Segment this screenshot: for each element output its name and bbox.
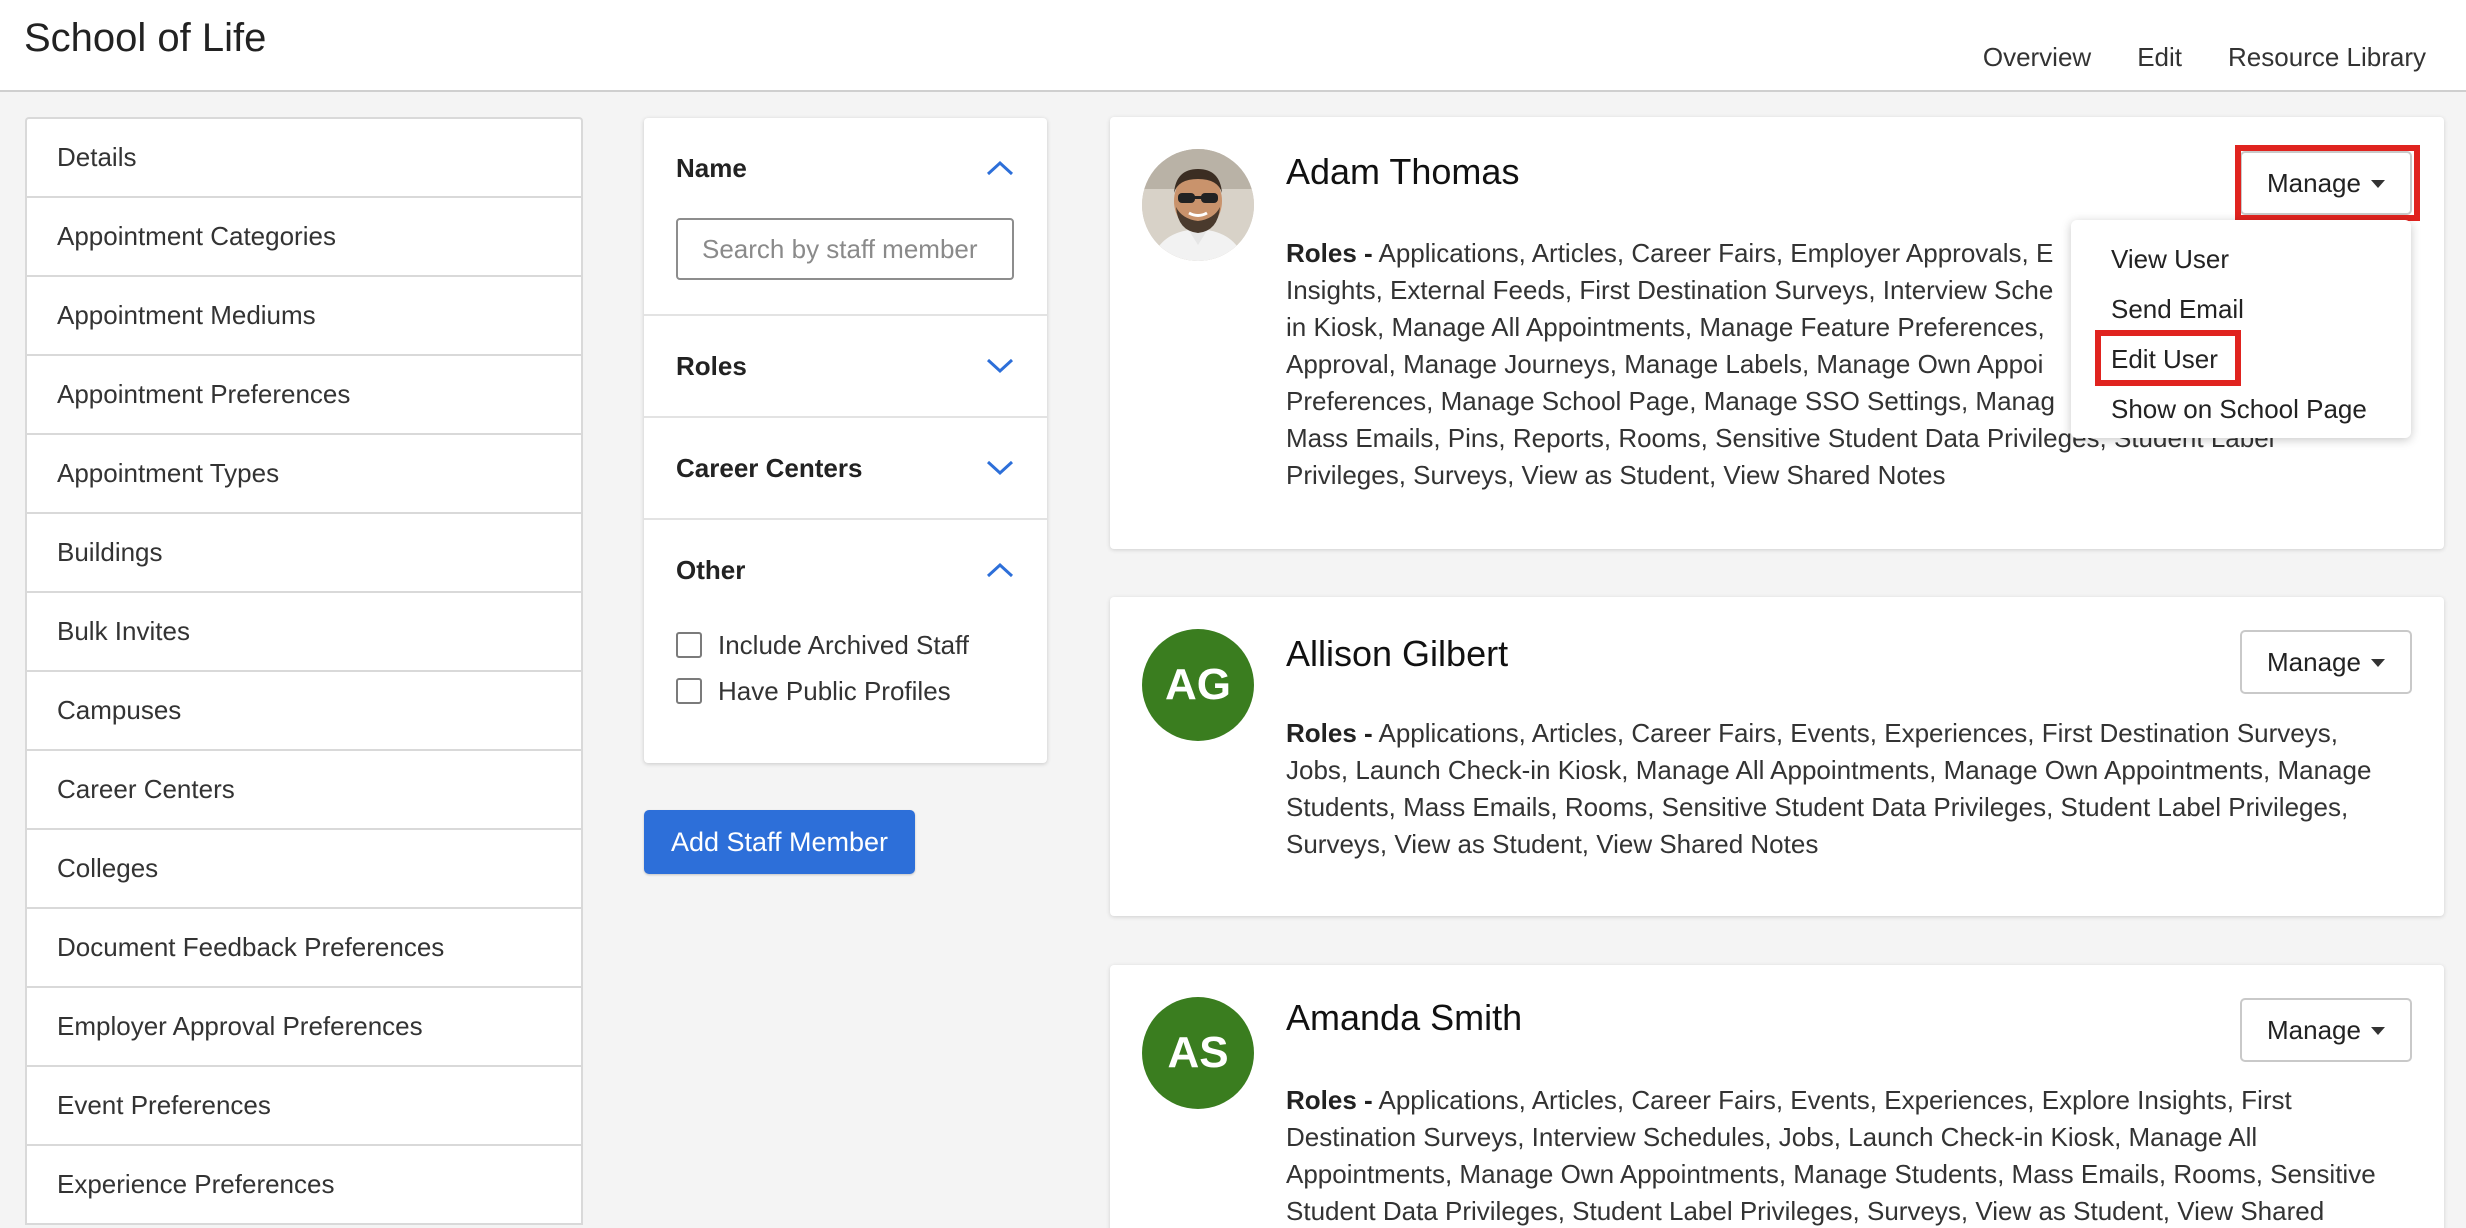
have-public-profiles-label: Have Public Profiles <box>718 675 951 706</box>
manage-button-label: Manage <box>2267 1014 2361 1045</box>
roles-line: Privileges, Surveys, View as Student, Vi… <box>1286 460 1946 490</box>
menu-item-view-user[interactable]: View User <box>2071 234 2411 284</box>
settings-item-experience-preferences[interactable]: Experience Preferences <box>27 1146 581 1225</box>
caret-down-icon <box>2370 1027 2385 1035</box>
roles-line: Appointments, Manage Own Appointments, M… <box>1286 1159 2376 1189</box>
chevron-down-icon <box>985 351 1015 381</box>
filter-name-toggle[interactable]: Name <box>644 118 1047 218</box>
roles-line: in Kiosk, Manage All Appointments, Manag… <box>1286 312 2045 342</box>
manage-button[interactable]: Manage <box>2240 151 2412 215</box>
staff-search-input[interactable] <box>676 218 1014 280</box>
roles-line: Student Data Privileges, Student Label P… <box>1286 1196 2325 1226</box>
roles-line: Preferences, Manage School Page, Manage … <box>1286 386 2055 416</box>
nav-overview[interactable]: Overview <box>1983 42 2091 73</box>
roles-line: Applications, Articles, Career Fairs, Ev… <box>1378 1085 2292 1115</box>
manage-button[interactable]: Manage <box>2240 630 2412 694</box>
have-public-profiles-option[interactable]: Have Public Profiles <box>644 668 1047 714</box>
app-title: School of Life <box>24 16 267 60</box>
menu-item-show-on-school-page[interactable]: Show on School Page <box>2071 384 2411 434</box>
filter-name-label: Name <box>676 152 747 183</box>
roles-line: Applications, Articles, Career Fairs, Em… <box>1378 238 2054 268</box>
avatar <box>1142 149 1254 261</box>
menu-item-edit-user[interactable]: Edit User <box>2071 330 2411 386</box>
settings-item-document-feedback-preferences[interactable]: Document Feedback Preferences <box>27 909 581 988</box>
filter-other-label: Other <box>676 554 746 585</box>
have-public-profiles-checkbox[interactable] <box>676 678 702 704</box>
nav-resource-library[interactable]: Resource Library <box>2228 42 2426 73</box>
settings-item-buildings[interactable]: Buildings <box>27 514 581 593</box>
settings-item-campuses[interactable]: Campuses <box>27 672 581 751</box>
chevron-up-icon <box>985 153 1015 183</box>
settings-list: Details Appointment Categories Appointme… <box>25 117 583 1225</box>
include-archived-staff-checkbox[interactable] <box>676 632 702 658</box>
settings-item-career-centers[interactable]: Career Centers <box>27 751 581 830</box>
menu-item-edit-user-label: Edit User <box>2111 343 2218 374</box>
filter-career-centers-label: Career Centers <box>676 452 863 483</box>
staff-photo-image <box>1142 149 1254 261</box>
staff-name[interactable]: Allison Gilbert <box>1286 633 1508 675</box>
nav-edit[interactable]: Edit <box>2137 42 2182 73</box>
filter-section-name: Name <box>644 118 1047 316</box>
filter-other-toggle[interactable]: Other <box>644 520 1047 620</box>
manage-button-label: Manage <box>2267 167 2361 198</box>
include-archived-staff-option[interactable]: Include Archived Staff <box>644 622 1047 668</box>
settings-item-employer-approval-preferences[interactable]: Employer Approval Preferences <box>27 988 581 1067</box>
roles-label: Roles - <box>1286 718 1373 748</box>
settings-item-appointment-mediums[interactable]: Appointment Mediums <box>27 277 581 356</box>
caret-down-icon <box>2370 180 2385 188</box>
manage-button-label: Manage <box>2267 646 2361 677</box>
roles-line: Applications, Articles, Career Fairs, Ev… <box>1378 718 2338 748</box>
staff-roles: Roles - Applications, Articles, Career F… <box>1286 1082 2412 1228</box>
staff-card: AG Allison Gilbert Roles - Applications,… <box>1110 597 2444 916</box>
roles-label: Roles - <box>1286 238 1373 268</box>
roles-line: Surveys, View as Student, View Shared No… <box>1286 829 1819 859</box>
top-bar: School of Life Overview Edit Resource Li… <box>0 0 2466 92</box>
filter-section-other: Other Include Archived Staff Have Public… <box>644 520 1047 736</box>
settings-item-appointment-categories[interactable]: Appointment Categories <box>27 198 581 277</box>
filter-roles-label: Roles <box>676 350 747 381</box>
settings-item-bulk-invites[interactable]: Bulk Invites <box>27 593 581 672</box>
filter-panel: Name Roles Career Centers Other <box>644 118 1047 763</box>
settings-item-appointment-types[interactable]: Appointment Types <box>27 435 581 514</box>
roles-line: Jobs, Launch Check-in Kiosk, Manage All … <box>1286 755 2372 785</box>
roles-line: Students, Mass Emails, Rooms, Sensitive … <box>1286 792 2349 822</box>
roles-line: Destination Surveys, Interview Schedules… <box>1286 1122 2258 1152</box>
avatar: AS <box>1142 997 1254 1109</box>
caret-down-icon <box>2370 659 2385 667</box>
roles-label: Roles - <box>1286 1085 1373 1115</box>
avatar: AG <box>1142 629 1254 741</box>
settings-item-appointment-preferences[interactable]: Appointment Preferences <box>27 356 581 435</box>
filter-section-roles: Roles <box>644 316 1047 418</box>
menu-item-send-email[interactable]: Send Email <box>2071 284 2411 334</box>
roles-line: Approval, Manage Journeys, Manage Labels… <box>1286 349 2044 379</box>
filter-section-career-centers: Career Centers <box>644 418 1047 520</box>
staff-card: AS Amanda Smith Roles - Applications, Ar… <box>1110 965 2444 1228</box>
chevron-up-icon <box>985 555 1015 585</box>
settings-item-event-preferences[interactable]: Event Preferences <box>27 1067 581 1146</box>
filter-other-options: Include Archived Staff Have Public Profi… <box>644 620 1047 736</box>
filter-career-centers-toggle[interactable]: Career Centers <box>644 418 1047 518</box>
roles-line: Insights, External Feeds, First Destinat… <box>1286 275 2054 305</box>
add-staff-member-button[interactable]: Add Staff Member <box>644 810 915 874</box>
manage-dropdown-menu: View User Send Email Edit User Show on S… <box>2071 220 2411 438</box>
chevron-down-icon <box>985 453 1015 483</box>
include-archived-staff-label: Include Archived Staff <box>718 629 970 660</box>
staff-name[interactable]: Amanda Smith <box>1286 997 1522 1039</box>
settings-item-colleges[interactable]: Colleges <box>27 830 581 909</box>
staff-name[interactable]: Adam Thomas <box>1286 151 1519 193</box>
filter-roles-toggle[interactable]: Roles <box>644 316 1047 416</box>
top-nav: Overview Edit Resource Library <box>1983 42 2426 73</box>
manage-button[interactable]: Manage <box>2240 998 2412 1062</box>
settings-item-details[interactable]: Details <box>27 119 581 198</box>
staff-roles: Roles - Applications, Articles, Career F… <box>1286 715 2412 863</box>
